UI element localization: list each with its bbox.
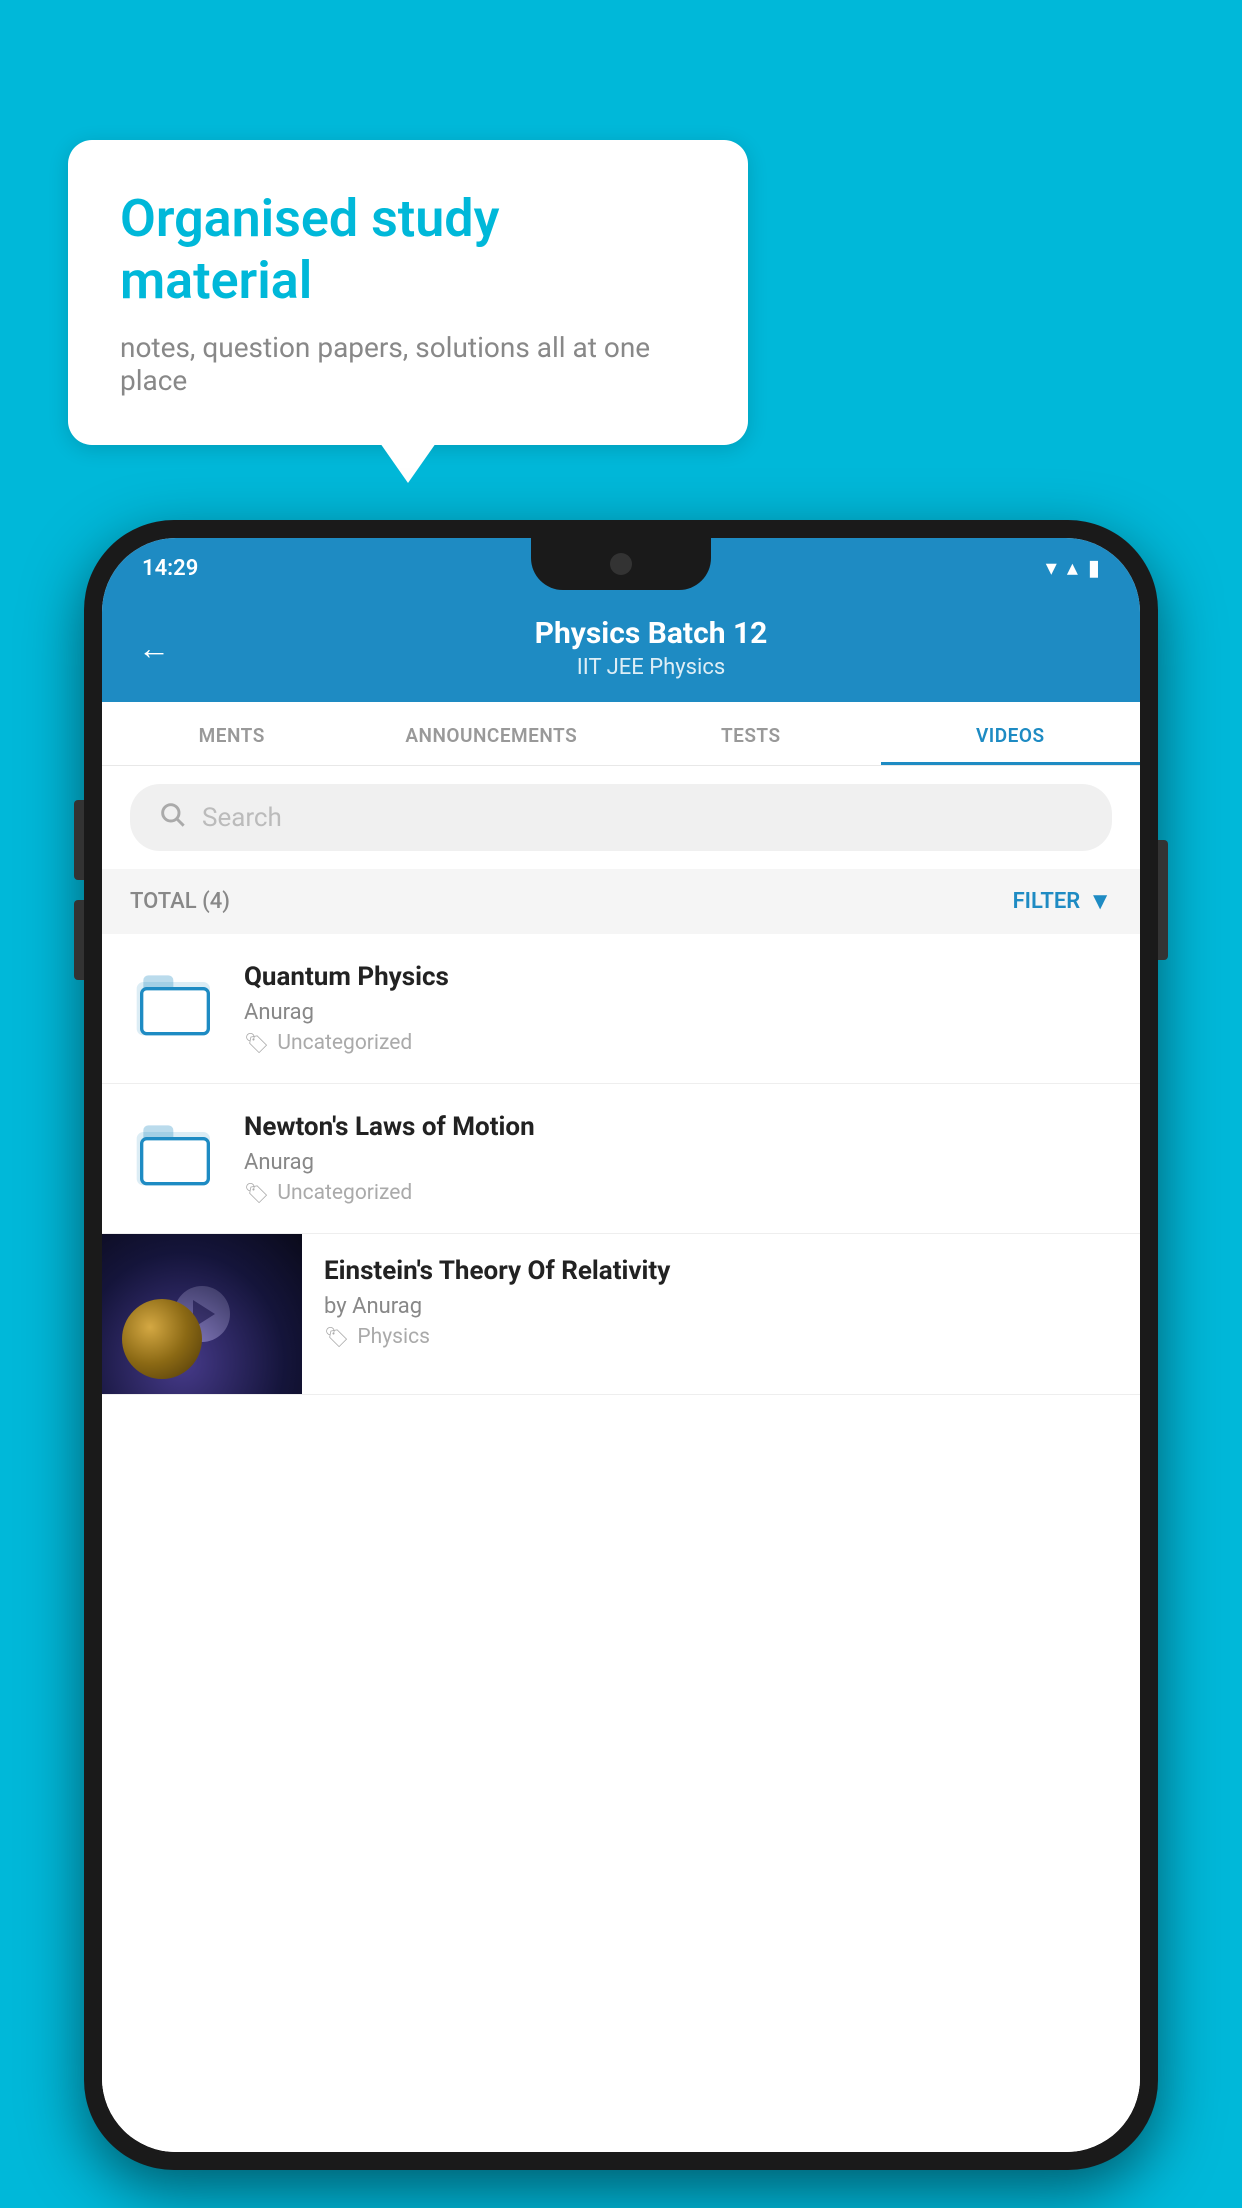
video-tag: 🏷 Uncategorized (244, 1181, 1112, 1205)
video-author: Anurag (244, 1000, 1112, 1025)
tab-tests[interactable]: TESTS (621, 702, 881, 765)
filter-button[interactable]: FILTER ▼ (1013, 887, 1112, 916)
speech-bubble: Organised study material notes, question… (68, 140, 748, 445)
camera-dot (610, 553, 632, 575)
tag-label: Uncategorized (277, 1181, 412, 1205)
video-title: Einstein's Theory Of Relativity (324, 1256, 1118, 1286)
battery-icon: ▮ (1088, 556, 1100, 581)
bubble-subtitle: notes, question papers, solutions all at… (120, 331, 696, 397)
video-tag: 🏷 Uncategorized (244, 1031, 1112, 1055)
content-area: Search TOTAL (4) FILTER ▼ (102, 766, 1140, 2152)
video-info: Quantum Physics Anurag 🏷 Uncategorized (244, 962, 1112, 1055)
total-count: TOTAL (4) (130, 889, 230, 914)
tabs-bar: MENTS ANNOUNCEMENTS TESTS VIDEOS (102, 702, 1140, 766)
phone-screen: 14:29 ▾ ▴ ▮ ← Physics Batch 12 IIT JEE P… (102, 538, 1140, 2152)
volume-up-button[interactable] (74, 800, 84, 880)
header-subtitle: IIT JEE Physics (198, 655, 1104, 680)
header-title-group: Physics Batch 12 IIT JEE Physics (198, 616, 1104, 680)
signal-icon: ▴ (1067, 556, 1078, 581)
video-title: Quantum Physics (244, 962, 1112, 992)
video-info: Newton's Laws of Motion Anurag 🏷 Uncateg… (244, 1112, 1112, 1205)
folder-icon (130, 1112, 220, 1202)
back-button[interactable]: ← (138, 629, 170, 667)
folder-icon (130, 962, 220, 1052)
header-title: Physics Batch 12 (198, 616, 1104, 651)
video-info: Einstein's Theory Of Relativity by Anura… (302, 1234, 1140, 1371)
power-button[interactable] (1158, 840, 1168, 960)
tag-label: Uncategorized (277, 1031, 412, 1055)
video-author: by Anurag (324, 1294, 1118, 1319)
video-title: Newton's Laws of Motion (244, 1112, 1112, 1142)
phone-mockup: 14:29 ▾ ▴ ▮ ← Physics Batch 12 IIT JEE P… (84, 520, 1158, 2170)
tag-icon: 🏷 (324, 1325, 349, 1349)
app-header: ← Physics Batch 12 IIT JEE Physics (102, 598, 1140, 702)
status-icons: ▾ ▴ ▮ (1046, 556, 1100, 581)
tag-label: Physics (357, 1325, 430, 1349)
tag-icon: 🏷 (244, 1181, 269, 1205)
search-bar[interactable]: Search (130, 784, 1112, 851)
bubble-title: Organised study material (120, 188, 696, 313)
list-item[interactable]: Newton's Laws of Motion Anurag 🏷 Uncateg… (102, 1084, 1140, 1234)
list-item[interactable]: Quantum Physics Anurag 🏷 Uncategorized (102, 934, 1140, 1084)
volume-down-button[interactable] (74, 900, 84, 980)
filter-row: TOTAL (4) FILTER ▼ (102, 869, 1140, 934)
tab-ments[interactable]: MENTS (102, 702, 362, 765)
search-container: Search (102, 766, 1140, 869)
video-list: Quantum Physics Anurag 🏷 Uncategorized (102, 934, 1140, 2152)
tab-videos[interactable]: VIDEOS (881, 702, 1141, 765)
video-author: Anurag (244, 1150, 1112, 1175)
list-item[interactable]: Einstein's Theory Of Relativity by Anura… (102, 1234, 1140, 1395)
wifi-icon: ▾ (1046, 556, 1057, 581)
phone-notch (531, 538, 711, 590)
planet-graphic (122, 1299, 202, 1379)
phone-outer: 14:29 ▾ ▴ ▮ ← Physics Batch 12 IIT JEE P… (84, 520, 1158, 2170)
status-time: 14:29 (142, 556, 198, 581)
tag-icon: 🏷 (244, 1031, 269, 1055)
tab-announcements[interactable]: ANNOUNCEMENTS (362, 702, 622, 765)
video-tag: 🏷 Physics (324, 1325, 1118, 1349)
search-input[interactable]: Search (202, 803, 282, 833)
filter-label: FILTER (1013, 889, 1081, 914)
video-thumbnail (102, 1234, 302, 1394)
filter-icon: ▼ (1088, 887, 1112, 916)
search-icon (158, 800, 186, 835)
